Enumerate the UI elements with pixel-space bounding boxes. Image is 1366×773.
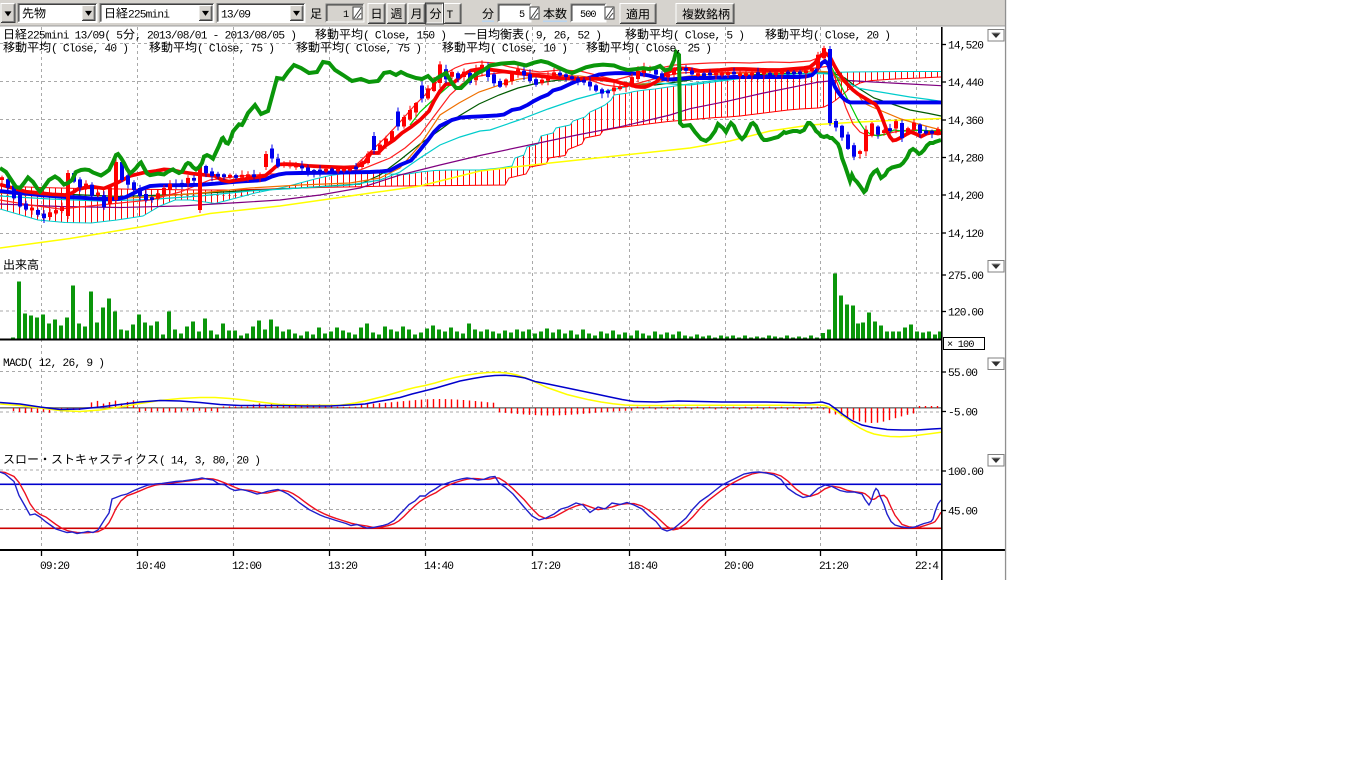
svg-text:( Close, 75 ): ( Close, 75 )	[344, 44, 422, 56]
svg-text:225mini: 225mini	[128, 10, 170, 22]
svg-text:12:00: 12:00	[232, 561, 262, 573]
svg-text:18:40: 18:40	[628, 561, 658, 573]
svg-text:14,200: 14,200	[948, 191, 984, 203]
svg-text:MACD( 12, 26, 9 ): MACD( 12, 26, 9 )	[3, 358, 105, 370]
svg-text:( Close, 20 ): ( Close, 20 )	[813, 31, 891, 43]
svg-text:( Close, 5 ): ( Close, 5 )	[673, 31, 745, 43]
svg-text:45.00: 45.00	[948, 507, 978, 519]
svg-text:14,120: 14,120	[948, 229, 984, 241]
svg-text:22:4: 22:4	[915, 561, 939, 573]
svg-text:( Close, 10 ): ( Close, 10 )	[490, 44, 568, 56]
svg-text:225mini 13/09( 5: 225mini 13/09( 5	[27, 31, 123, 43]
svg-text:14,520: 14,520	[948, 41, 984, 53]
svg-text:( 14, 3, 80, 20 ): ( 14, 3, 80, 20 )	[159, 456, 261, 468]
svg-text:1: 1	[343, 10, 349, 21]
svg-text:09:20: 09:20	[40, 561, 70, 573]
svg-text:14,360: 14,360	[948, 116, 984, 128]
svg-text:100.00: 100.00	[948, 467, 984, 479]
svg-text:, 2013/08/01 - 2013/08/05 ): , 2013/08/01 - 2013/08/05 )	[135, 31, 297, 43]
svg-text:14,280: 14,280	[948, 154, 984, 166]
svg-text:13/09: 13/09	[221, 10, 251, 22]
svg-text:T: T	[447, 10, 454, 22]
svg-text:500: 500	[580, 10, 597, 21]
svg-text:( Close, 25 ): ( Close, 25 )	[634, 44, 712, 56]
svg-text:13:20: 13:20	[328, 561, 358, 573]
svg-text:14:40: 14:40	[424, 561, 454, 573]
svg-text:-5.00: -5.00	[948, 408, 978, 420]
svg-text:× 100: × 100	[947, 340, 975, 351]
svg-text:120.00: 120.00	[948, 308, 984, 320]
svg-text:275.00: 275.00	[948, 271, 984, 283]
svg-text:( 9, 26, 52 ): ( 9, 26, 52 )	[524, 31, 602, 43]
svg-text:21:20: 21:20	[819, 561, 849, 573]
svg-text:14,440: 14,440	[948, 78, 984, 90]
svg-text:55.00: 55.00	[948, 368, 978, 380]
svg-text:( Close, 40 ): ( Close, 40 )	[51, 44, 129, 56]
svg-text:17:20: 17:20	[531, 561, 561, 573]
svg-text:( Close, 75 ): ( Close, 75 )	[197, 44, 275, 56]
svg-text:10:40: 10:40	[136, 561, 166, 573]
svg-text:5: 5	[519, 10, 525, 21]
svg-text:( Close, 150 ): ( Close, 150 )	[363, 31, 447, 43]
svg-text:20:00: 20:00	[724, 561, 754, 573]
